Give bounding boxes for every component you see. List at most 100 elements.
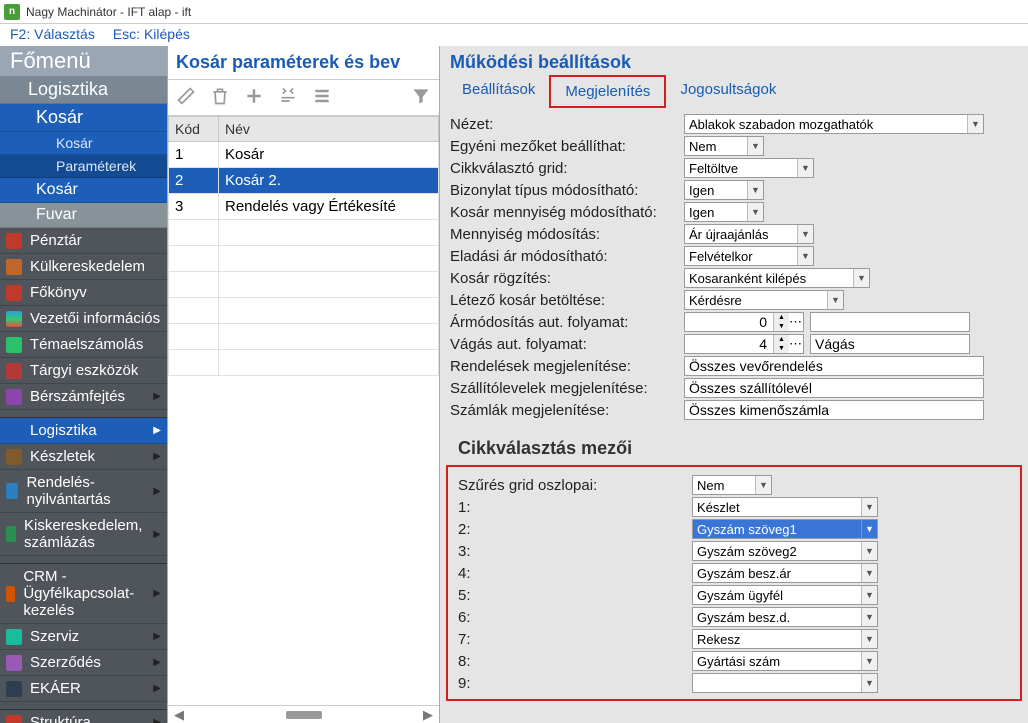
spin-up-icon[interactable]: ▲ <box>773 313 789 322</box>
vagas-spin[interactable]: 4▲▼⋯ <box>684 334 804 354</box>
tree-fuvar[interactable]: Fuvar <box>0 203 167 228</box>
letezo-label: Létező kosár betöltése: <box>450 292 684 309</box>
panel-parameters-title: Kosár paraméterek és bev <box>168 46 439 80</box>
tree-parameterek[interactable]: Paraméterek <box>0 155 167 178</box>
tools-button[interactable] <box>278 86 298 109</box>
spin-up-icon[interactable]: ▲ <box>773 335 789 344</box>
sidebar-item-szerzodes[interactable]: Szerződés▶ <box>0 650 167 676</box>
delete-button[interactable] <box>210 86 230 109</box>
chart-icon <box>6 311 22 327</box>
field9-select[interactable]: ▼ <box>692 673 878 693</box>
grid-scrollbar[interactable]: ◀ ▶ <box>168 705 439 723</box>
chevron-down-icon: ▼ <box>861 542 877 560</box>
col-kod[interactable]: Kód <box>169 117 219 142</box>
kosrog-select[interactable]: Kosaranként kilépés▼ <box>684 268 870 288</box>
add-button[interactable] <box>244 86 264 109</box>
sidebar-item-keszletek[interactable]: Készletek▶ <box>0 444 167 470</box>
field3-select[interactable]: Gyszám szöveg2▼ <box>692 541 878 561</box>
sidebar-item-vezetoi[interactable]: Vezetői információs <box>0 306 167 332</box>
sidebar-item-fokonyv[interactable]: Főkönyv <box>0 280 167 306</box>
scroll-right-icon[interactable]: ▶ <box>423 707 433 723</box>
tree-kosar-group[interactable]: Kosár <box>0 104 167 132</box>
biztip-select[interactable]: Igen▼ <box>684 180 764 200</box>
table-row[interactable] <box>169 298 439 324</box>
table-row[interactable] <box>169 324 439 350</box>
letezo-select[interactable]: Kérdésre▼ <box>684 290 844 310</box>
field6-select[interactable]: Gyszám besz.d.▼ <box>692 607 878 627</box>
sidebar-group-logisztika[interactable]: Logisztika▶ <box>0 418 167 444</box>
field9-label: 9: <box>458 675 692 692</box>
sidebar-item-targyi[interactable]: Tárgyi eszközök <box>0 358 167 384</box>
chevron-right-icon: ▶ <box>153 486 161 497</box>
armod-spin[interactable]: 0▲▼⋯ <box>684 312 804 332</box>
mennymod-select[interactable]: Ár újraajánlás▼ <box>684 224 814 244</box>
szall-input[interactable] <box>684 378 984 398</box>
sidebar-item-penztar[interactable]: Pénztár <box>0 228 167 254</box>
sidebar-item-struktura[interactable]: Struktúra▶ <box>0 710 167 723</box>
table-row[interactable] <box>169 246 439 272</box>
field1-select[interactable]: Készlet▼ <box>692 497 878 517</box>
table-row[interactable] <box>169 272 439 298</box>
order-icon <box>6 483 18 499</box>
armod-text[interactable] <box>810 312 970 332</box>
chevron-down-icon: ▼ <box>861 608 877 626</box>
field7-select[interactable]: Rekesz▼ <box>692 629 878 649</box>
vagas-text[interactable] <box>810 334 970 354</box>
table-row[interactable] <box>169 220 439 246</box>
cikkv-select[interactable]: Feltöltve▼ <box>684 158 814 178</box>
table-row[interactable]: 2Kosár 2. <box>169 168 439 194</box>
tree-logisztika[interactable]: Logisztika <box>0 76 167 104</box>
table-row[interactable] <box>169 350 439 376</box>
field5-select[interactable]: Gyszám ügyfél▼ <box>692 585 878 605</box>
tab-beallitasok[interactable]: Beállítások <box>448 75 549 108</box>
tree-kosar-child[interactable]: Kosár <box>0 132 167 155</box>
filter-select[interactable]: Nem▼ <box>692 475 772 495</box>
chevron-right-icon: ▶ <box>153 657 161 668</box>
egyeni-select[interactable]: Nem▼ <box>684 136 764 156</box>
tab-megjelenites[interactable]: Megjelenítés <box>549 75 666 108</box>
nezet-select[interactable]: Ablakok szabadon mozgathatók▼ <box>684 114 984 134</box>
sidebar-item-ekaer[interactable]: EKÁER▶ <box>0 676 167 702</box>
field8-select[interactable]: Gyártási szám▼ <box>692 651 878 671</box>
table-row[interactable]: 1Kosár <box>169 142 439 168</box>
hotkey-f2[interactable]: F2: Választás <box>10 26 95 44</box>
settings-tabs: Beállítások Megjelenítés Jogosultságok <box>440 75 1028 108</box>
menu-button[interactable] <box>312 86 332 109</box>
sidebar-item-berszam[interactable]: Bérszámfejtés▶ <box>0 384 167 410</box>
spin-down-icon[interactable]: ▼ <box>773 322 789 331</box>
sidebar-item-crm[interactable]: CRM - Ügyfélkapcsolat-kezelés▶ <box>0 564 167 624</box>
edit-button[interactable] <box>176 86 196 109</box>
settings-title: Működési beállítások <box>440 46 1028 75</box>
sidebar-item-kulkereskedelem[interactable]: Külkereskedelem <box>0 254 167 280</box>
chevron-down-icon: ▼ <box>747 137 763 155</box>
sidebar-item-kisker[interactable]: Kiskereskedelem, számlázás▶ <box>0 513 167 556</box>
parameter-grid[interactable]: Kód Név 1Kosár 2Kosár 2. 3Rendelés vagy … <box>168 116 439 705</box>
col-nev[interactable]: Név <box>219 117 439 142</box>
tree-kosar-2[interactable]: Kosár <box>0 178 167 203</box>
table-row[interactable]: 3Rendelés vagy Értékesíté <box>169 194 439 220</box>
eladar-select[interactable]: Felvételkor▼ <box>684 246 814 266</box>
szam-input[interactable] <box>684 400 984 420</box>
scroll-thumb[interactable] <box>286 711 322 719</box>
rend-input[interactable] <box>684 356 984 376</box>
scroll-left-icon[interactable]: ◀ <box>174 707 184 723</box>
lookup-icon[interactable]: ⋯ <box>789 314 803 330</box>
hotkey-esc[interactable]: Esc: Kilépés <box>113 26 190 44</box>
chevron-down-icon: ▼ <box>861 498 877 516</box>
field2-select[interactable]: Gyszám szöveg1▼ <box>692 519 878 539</box>
field4-select[interactable]: Gyszám besz.ár▼ <box>692 563 878 583</box>
filter-button[interactable] <box>411 86 431 109</box>
section-cikkvalasztas: Cikkválasztás mezői <box>440 426 1028 465</box>
spin-down-icon[interactable]: ▼ <box>773 344 789 353</box>
app-icon: n <box>4 4 20 20</box>
tab-jogosultsagok[interactable]: Jogosultságok <box>666 75 790 108</box>
chevron-right-icon: ▶ <box>153 683 161 694</box>
sidebar-header: Főmenü <box>0 46 167 76</box>
sidebar-item-rendeles[interactable]: Rendelés-nyilvántartás▶ <box>0 470 167 513</box>
field4-label: 4: <box>458 565 692 582</box>
sidebar-item-szerviz[interactable]: Szerviz▶ <box>0 624 167 650</box>
lookup-icon[interactable]: ⋯ <box>789 336 803 352</box>
sidebar-item-temaelsz[interactable]: Témaelszámolás <box>0 332 167 358</box>
grid-toolbar <box>168 80 439 116</box>
kosarm-select[interactable]: Igen▼ <box>684 202 764 222</box>
